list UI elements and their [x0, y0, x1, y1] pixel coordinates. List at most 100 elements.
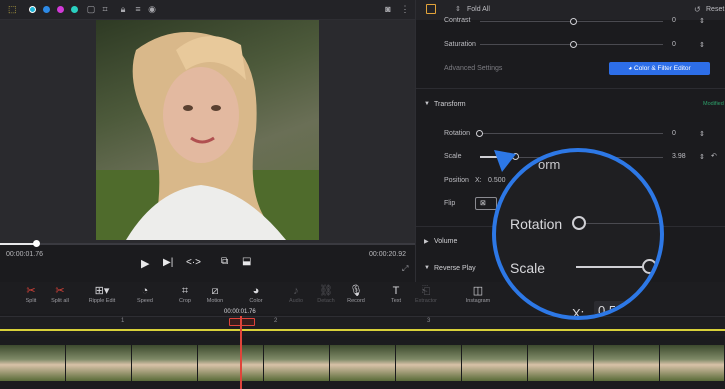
magnifier-x-label: X: [572, 306, 585, 320]
camera-icon[interactable]: ◙ [383, 4, 393, 15]
rectangle-tool-icon[interactable]: ▢ [86, 4, 96, 15]
seek-handle[interactable] [33, 240, 40, 247]
snapshot-icon[interactable]: ⬚ [8, 4, 18, 15]
playhead[interactable] [240, 316, 242, 389]
contrast-value[interactable]: 0 [672, 17, 676, 24]
expand-caret-icon[interactable]: ▶ [424, 238, 429, 245]
zoom-magnifier: orm Rotation Scale sition X: 0.500 [492, 148, 664, 320]
expand-icon[interactable]: ⤢ [402, 264, 412, 274]
ripple-edit-label: Ripple Edit [88, 298, 116, 304]
video-portrait-image [96, 32, 319, 240]
lock-icon[interactable]: 🔒︎ [118, 4, 128, 15]
instagram-button[interactable]: ◫ Instagram [458, 284, 498, 310]
motion-label: Motion [206, 298, 224, 304]
total-time: 00:00:20.92 [369, 251, 406, 258]
position-label: Position [444, 177, 469, 184]
saturation-label: Saturation [444, 41, 476, 48]
volume-section-title[interactable]: Volume [434, 238, 457, 245]
playhead-time: 00:00:01.76 [224, 309, 256, 315]
instagram-icon: ◫ [472, 285, 484, 297]
magenta-color-dot[interactable] [57, 6, 64, 13]
fold-all-button[interactable]: Fold All [467, 6, 490, 13]
magnifier-rotation-handle [572, 216, 586, 230]
speedometer-icon: ◔ [141, 285, 149, 297]
export-frame-icon[interactable]: ⬓ [242, 256, 255, 269]
stack-icon[interactable]: ≡ [133, 4, 143, 15]
split-all-label: Split all [51, 298, 69, 304]
track-thumbnail [0, 345, 66, 381]
color-filter-editor-button[interactable]: ◕ Color & Filter Editor [609, 62, 710, 75]
split-all-button[interactable]: ✂ Split all [40, 284, 80, 310]
next-frame-icon[interactable]: ▶| [163, 257, 175, 269]
saturation-slider-handle[interactable] [570, 41, 577, 48]
magnifier-title-fragment: orm [538, 157, 561, 172]
ripple-edit-icon: ⊞▾ [94, 285, 110, 297]
timeline-ruler[interactable] [0, 316, 725, 336]
ripple-edit-button[interactable]: ⊞▾ Ripple Edit [82, 284, 122, 310]
extractor-icon: ⎗ [421, 285, 431, 297]
track-thumbnail [132, 345, 198, 381]
speed-button[interactable]: ◔ Speed [125, 284, 165, 310]
contrast-stepper-icon[interactable]: ⇕ [699, 17, 705, 25]
modified-label: Modified [703, 101, 724, 107]
seek-bar-progress [0, 243, 37, 245]
color-button[interactable]: ◕ Color [236, 284, 276, 310]
magnifier-rotation-slider [576, 223, 660, 224]
panel-toggle-icon[interactable] [426, 4, 436, 14]
callout-pointer [494, 150, 516, 172]
seek-bar[interactable] [0, 243, 415, 245]
flip-horizontal-button[interactable]: ⊠ [475, 197, 497, 210]
instagram-label: Instagram [465, 298, 491, 304]
magnifier-rotation-label: Rotation [510, 216, 563, 232]
track-thumbnail [66, 345, 132, 381]
playhead-marker[interactable] [229, 318, 255, 326]
reset-icon: ↺ [694, 5, 701, 14]
extractor-label: Extractor [414, 298, 437, 304]
teal-color-dot[interactable] [71, 6, 78, 13]
undo-icon[interactable]: ↶ [711, 152, 717, 160]
blue-color-dot[interactable] [43, 6, 50, 13]
transform-section-title[interactable]: Transform [434, 101, 466, 108]
play-icon[interactable]: ▶ [141, 257, 153, 270]
scale-value[interactable]: 3.98 [672, 153, 686, 160]
video-preview [0, 20, 415, 245]
reset-button[interactable]: Reset [706, 6, 724, 13]
record-button[interactable]: 🎙︎ Record [336, 284, 376, 310]
video-frame [96, 20, 319, 240]
track-thumbnail [528, 345, 594, 381]
contrast-slider-handle[interactable] [570, 18, 577, 25]
rotation-value[interactable]: 0 [672, 130, 676, 137]
rotation-stepper-icon[interactable]: ⇕ [699, 130, 705, 138]
saturation-value[interactable]: 0 [672, 41, 676, 48]
crop-marks-icon[interactable]: ⌗ [100, 4, 110, 15]
ruler-tick-label: 3 [427, 318, 431, 324]
scissors-all-icon: ✂ [55, 285, 65, 297]
scale-label: Scale [444, 153, 462, 160]
cyan-color-dot[interactable] [29, 6, 36, 13]
scale-stepper-icon[interactable]: ⇕ [699, 153, 705, 161]
ruler-tick-label: 1 [121, 318, 125, 324]
mark-in-out-icon[interactable]: <·> [186, 257, 210, 269]
flip-label: Flip [444, 200, 456, 207]
magnifier-scale-slider [576, 266, 648, 268]
collapse-caret-icon[interactable]: ▼ [424, 265, 430, 271]
fullscreen-preview-icon[interactable]: ⧉ [221, 256, 234, 269]
collapse-caret-icon[interactable]: ▼ [424, 101, 430, 107]
color-filter-editor-label: Color & Filter Editor [634, 65, 691, 72]
eye-icon[interactable]: ◉ [147, 4, 157, 15]
rotation-label: Rotation [444, 130, 471, 137]
extractor-button[interactable]: ⎗ Extractor [406, 284, 446, 310]
magnifier-scale-label: Scale [510, 260, 546, 276]
ruler-tick-label: 2 [274, 318, 278, 324]
record-label: Record [347, 298, 365, 304]
rotation-slider[interactable] [480, 133, 663, 134]
section-divider [416, 88, 725, 89]
fold-icon: ⇕ [455, 6, 461, 13]
track-thumbnail [198, 345, 264, 381]
track-thumbnail [264, 345, 330, 381]
rotation-slider-handle[interactable] [476, 130, 483, 137]
more-icon[interactable]: ⋮ [400, 4, 410, 15]
saturation-stepper-icon[interactable]: ⇕ [699, 41, 705, 49]
reverse-play-section-title[interactable]: Reverse Play [434, 265, 476, 272]
motion-button[interactable]: ⧄ Motion [195, 284, 235, 310]
